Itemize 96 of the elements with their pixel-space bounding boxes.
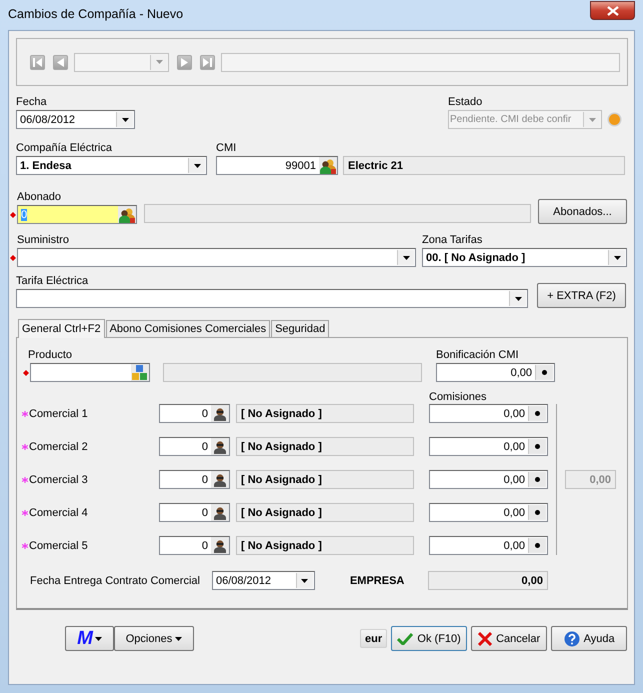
previous-button[interactable] [53,54,68,70]
field-label: Estado [448,95,484,110]
person-icon [213,440,227,454]
field-label: Zona Tarifas [422,233,484,248]
field-label: Comercial 5 [29,540,88,552]
salesperson-code-field[interactable]: 0 [159,536,230,555]
field-label: Abonado [17,190,62,205]
person-icon [213,472,227,486]
window-title: Cambios de Compañía - Nuevo [8,7,184,21]
delivery-date-dropdown[interactable]: 06/08/2012 [212,571,315,590]
record-field[interactable] [221,52,620,72]
commission-field[interactable]: 0,00 [429,536,548,555]
options-button[interactable]: Opciones [114,626,194,651]
help-button[interactable]: Ayuda [551,626,628,651]
caret-icon [194,164,200,168]
dot-button[interactable] [528,406,546,421]
field-label: Comercial 4 [29,506,88,518]
field-label: Comercial 3 [29,474,88,486]
cmi-field[interactable]: 99001 [216,156,338,175]
tariff-dropdown[interactable] [16,289,528,308]
caret-icon [614,256,620,260]
caret-icon [122,118,128,122]
salesperson-name-field: [ No Asignado ] [236,404,414,423]
field-label: Producto [28,348,74,363]
company-name-field: Electric 21 [343,156,625,175]
commission-field[interactable]: 0,00 [429,437,548,456]
tab[interactable]: Seguridad [271,320,330,337]
menu-button[interactable]: M [65,626,114,651]
company-total-field: 0,00 [428,571,548,590]
next-icon [181,58,188,66]
caret-icon [175,636,182,640]
dot-button[interactable] [528,472,546,487]
commission-field[interactable]: 0,00 [429,470,548,489]
salesperson-code-field[interactable]: 0 [159,437,230,456]
field-label: Comercial 2 [29,440,88,452]
help-icon [564,630,580,646]
last-button[interactable] [200,54,215,70]
salesperson-name-field: [ No Asignado ] [236,470,414,489]
cancel-button[interactable]: Cancelar [471,626,548,651]
last-icon [203,58,212,66]
field-label: Tarifa Eléctrica [16,274,90,289]
person-icon [213,506,227,520]
previous-icon [57,58,64,66]
field-label: Bonificación CMI [436,348,520,363]
people-icon [119,206,135,222]
field-label: Fecha [16,95,48,110]
cross-icon [478,632,492,646]
currency-button[interactable]: eur [360,629,388,648]
close-icon [606,6,618,16]
cubes-icon [132,364,148,380]
dot-button[interactable] [528,505,546,520]
commission-total-field: 0,00 [565,470,616,489]
commission-field[interactable]: 0,00 [429,503,548,522]
field-label: Comisiones [429,391,486,403]
caret-icon [514,296,522,300]
tab[interactable]: General Ctrl+F2 [18,319,105,338]
next-button[interactable] [177,54,192,70]
salesperson-code-field[interactable]: 0 [159,503,230,522]
first-icon [33,58,42,66]
product-field[interactable] [30,363,150,382]
field-label: EMPRESA [350,574,406,586]
date-dropdown[interactable]: 06/08/2012 [16,110,135,129]
field-label: Compañía Eléctrica [16,141,113,156]
check-icon [397,632,414,644]
bonus-field[interactable]: 0,00 [436,363,555,382]
person-icon [213,406,227,420]
dot-button[interactable] [535,365,553,380]
salesperson-name-field: [ No Asignado ] [236,536,414,555]
field-label: Comercial 1 [29,408,88,420]
caret-icon [301,578,308,582]
tariff-zone-dropdown[interactable]: 00. [ No Asignado ] [422,248,627,267]
company-dropdown[interactable]: 1. Endesa [16,156,207,175]
dot-button[interactable] [528,439,546,454]
close-button[interactable] [590,1,635,20]
field-label: Fecha Entrega Contrato Comercial [30,574,200,586]
caret-icon [402,256,410,260]
field-label: Suministro [17,233,70,248]
person-icon [213,538,227,552]
salesperson-code-field[interactable]: 0 [159,470,230,489]
extra-button[interactable]: + EXTRA (F2) [537,283,626,308]
first-button[interactable] [30,54,45,70]
caret-icon [94,636,102,640]
field-label: CMI [216,141,238,156]
status-dot [607,112,622,127]
caret-icon [156,60,162,64]
salesperson-name-field: [ No Asignado ] [236,437,414,456]
caret-icon [588,118,596,122]
people-icon [320,158,336,174]
ok-button[interactable]: Ok (F10) [391,626,468,651]
commission-field[interactable]: 0,00 [429,404,548,423]
dot-button[interactable] [528,538,546,553]
salesperson-code-field[interactable]: 0 [159,404,230,423]
salesperson-name-field: [ No Asignado ] [236,503,414,522]
tab[interactable]: Abono Comisiones Comerciales [106,320,270,337]
supply-dropdown[interactable] [17,248,416,267]
subscribers-button[interactable]: Abonados... [538,199,627,224]
